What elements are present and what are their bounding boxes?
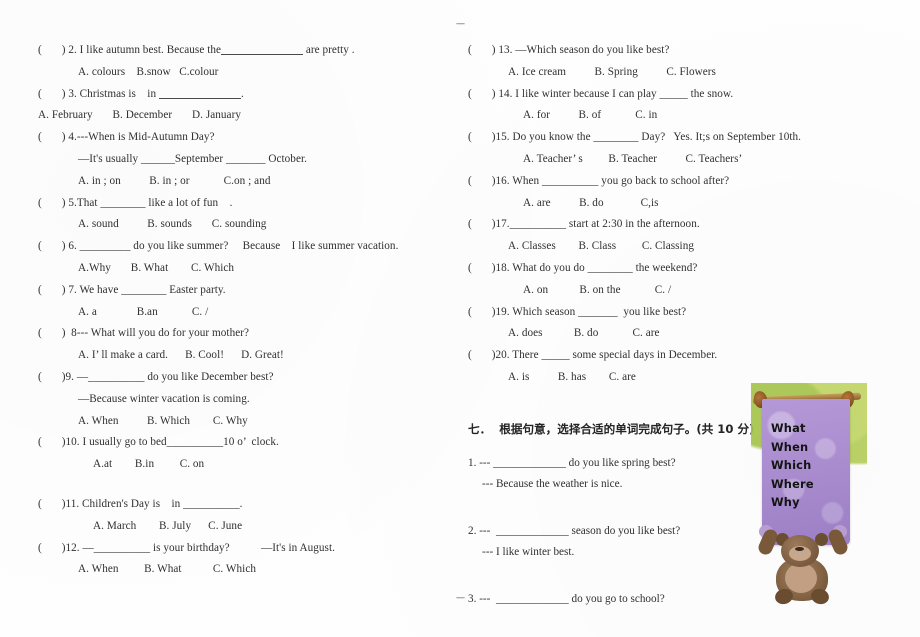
question-6-options: A.Why B. What C. Which bbox=[78, 261, 235, 274]
question-19-stem: ( )19. Which season _______ you like bes… bbox=[468, 305, 687, 318]
banner-word-which: Which bbox=[771, 458, 812, 472]
question-18-stem: ( )18. What do you do ________ the weeke… bbox=[468, 261, 698, 274]
question-3-options: A. February B. December D. January bbox=[38, 109, 241, 122]
question-15-stem: ( )15. Do you know the ________ Day? Yes… bbox=[468, 131, 802, 144]
question-5: ( ) 5.That ________ like a lot of fun . … bbox=[38, 193, 438, 237]
question-19-options: A. does B. do C. are bbox=[508, 327, 660, 340]
bear-leg-right-icon bbox=[809, 586, 831, 607]
bear-belly-icon bbox=[785, 563, 817, 593]
question-5-stem: ( ) 5.That ________ like a lot of fun . bbox=[38, 196, 233, 209]
banner-word-what: What bbox=[771, 421, 806, 435]
question-17-options: A. Classes B. Class C. Classing bbox=[508, 240, 694, 253]
question-12-options: A. When B. What C. Which bbox=[78, 563, 256, 576]
question-11-stem: ( )11. Children's Day is in __________. bbox=[38, 497, 243, 510]
banner-word-where: Where bbox=[771, 476, 814, 491]
question-10: ( )10. I usually go to bed__________10 o… bbox=[38, 432, 438, 476]
question-4: ( ) 4.---When is Mid-Autumn Day? —It's u… bbox=[38, 127, 438, 192]
question-16: ( )16. When __________ you go back to sc… bbox=[468, 171, 888, 215]
question-14: ( ) 14. I like winter because I can play… bbox=[468, 84, 888, 128]
banner-word-list: What When Which Where Why bbox=[771, 419, 814, 512]
question-15-options: A. Teacher’ s B. Teacher C. Teachers’ bbox=[523, 152, 743, 165]
question-17: ( )17.__________ start at 2:30 in the af… bbox=[468, 214, 888, 258]
question-2-stem: ( ) 2. I like autumn best. Because the a… bbox=[38, 44, 355, 56]
question-3: ( ) 3. Christmas is in . A. February B. … bbox=[38, 84, 438, 128]
answer-blank bbox=[158, 97, 241, 99]
question-19: ( )19. Which season _______ you like bes… bbox=[468, 302, 888, 346]
question-7-stem: ( ) 7. We have ________ Easter party. bbox=[38, 283, 226, 296]
answer-blank bbox=[221, 54, 304, 55]
question-15: ( )15. Do you know the ________ Day? Yes… bbox=[468, 127, 888, 171]
question-13: ( ) 13. —Which season do you like best? … bbox=[468, 40, 888, 84]
question-11: ( )11. Children's Day is in __________. … bbox=[38, 494, 438, 538]
question-6-stem: ( ) 6. _________ do you like summer? Bec… bbox=[38, 240, 399, 253]
question-18: ( )18. What do you do ________ the weeke… bbox=[468, 258, 888, 302]
question-18-options: A. on B. on the C. / bbox=[523, 283, 672, 296]
question-6: ( ) 6. _________ do you like summer? Bec… bbox=[38, 236, 438, 280]
question-3-stem: ( ) 3. Christmas is in . bbox=[38, 87, 244, 100]
question-8-stem: ( ) 8--- What will you do for your mothe… bbox=[38, 327, 250, 340]
bear-banner-illustration: What When Which Where Why bbox=[745, 383, 867, 607]
left-question-column: ( ) 2. I like autumn best. Because the a… bbox=[38, 40, 438, 581]
question-20-stem: ( )20. There _____ some special days in … bbox=[468, 349, 718, 362]
question-4-stem: ( ) 4.---When is Mid-Autumn Day? bbox=[38, 131, 215, 144]
banner-word-when: When bbox=[771, 439, 809, 454]
worksheet-page: ---- ---- ( ) 2. I like autumn best. Bec… bbox=[0, 0, 920, 637]
question-16-stem: ( )16. When __________ you go back to sc… bbox=[468, 174, 730, 187]
bear-nose-icon bbox=[795, 547, 804, 551]
question-16-options: A. are B. do C,is bbox=[523, 196, 659, 209]
question-11-options: A. March B. July C. June bbox=[93, 519, 243, 532]
question-8-options: A. I’ ll make a card. B. Cool! D. Great! bbox=[78, 349, 284, 362]
question-7: ( ) 7. We have ________ Easter party. A.… bbox=[38, 280, 438, 324]
question-17-stem: ( )17.__________ start at 2:30 in the af… bbox=[468, 218, 700, 231]
banner-word-why: Why bbox=[771, 495, 800, 509]
question-4-options: A. in ; on B. in ; or C.on ; and bbox=[78, 174, 271, 187]
question-4-dialogue: —It's usually ______September _______ Oc… bbox=[78, 152, 307, 165]
question-9-options: A. When B. Which C. Why bbox=[78, 414, 248, 427]
question-13-options: A. Ice cream B. Spring C. Flowers bbox=[508, 65, 716, 78]
registration-mark-bottom: ---- bbox=[456, 592, 465, 602]
question-13-stem: ( ) 13. —Which season do you like best? bbox=[468, 44, 670, 56]
question-2: ( ) 2. I like autumn best. Because the a… bbox=[38, 40, 438, 84]
question-2-options: A. colours B.snow C.colour bbox=[78, 65, 219, 78]
question-5-options: A. sound B. sounds C. sounding bbox=[78, 218, 267, 231]
question-14-options: A. for B. of C. in bbox=[523, 109, 658, 122]
question-9-stem: ( )9. —__________ do you like December b… bbox=[38, 370, 274, 383]
question-10-stem: ( )10. I usually go to bed__________10 o… bbox=[38, 436, 279, 449]
question-12-stem: ( )12. —__________ is your birthday? —It… bbox=[38, 541, 335, 554]
question-12: ( )12. —__________ is your birthday? —It… bbox=[38, 538, 438, 582]
registration-mark-top: ---- bbox=[456, 18, 465, 28]
question-14-stem: ( ) 14. I like winter because I can play… bbox=[468, 87, 734, 100]
question-9-dialogue: —Because winter vacation is coming. bbox=[78, 392, 250, 405]
question-8: ( ) 8--- What will you do for your mothe… bbox=[38, 323, 438, 367]
question-10-options: A.at B.in C. on bbox=[93, 458, 205, 471]
question-9: ( )9. —__________ do you like December b… bbox=[38, 367, 438, 432]
question-7-options: A. a B.an C. / bbox=[78, 305, 209, 318]
